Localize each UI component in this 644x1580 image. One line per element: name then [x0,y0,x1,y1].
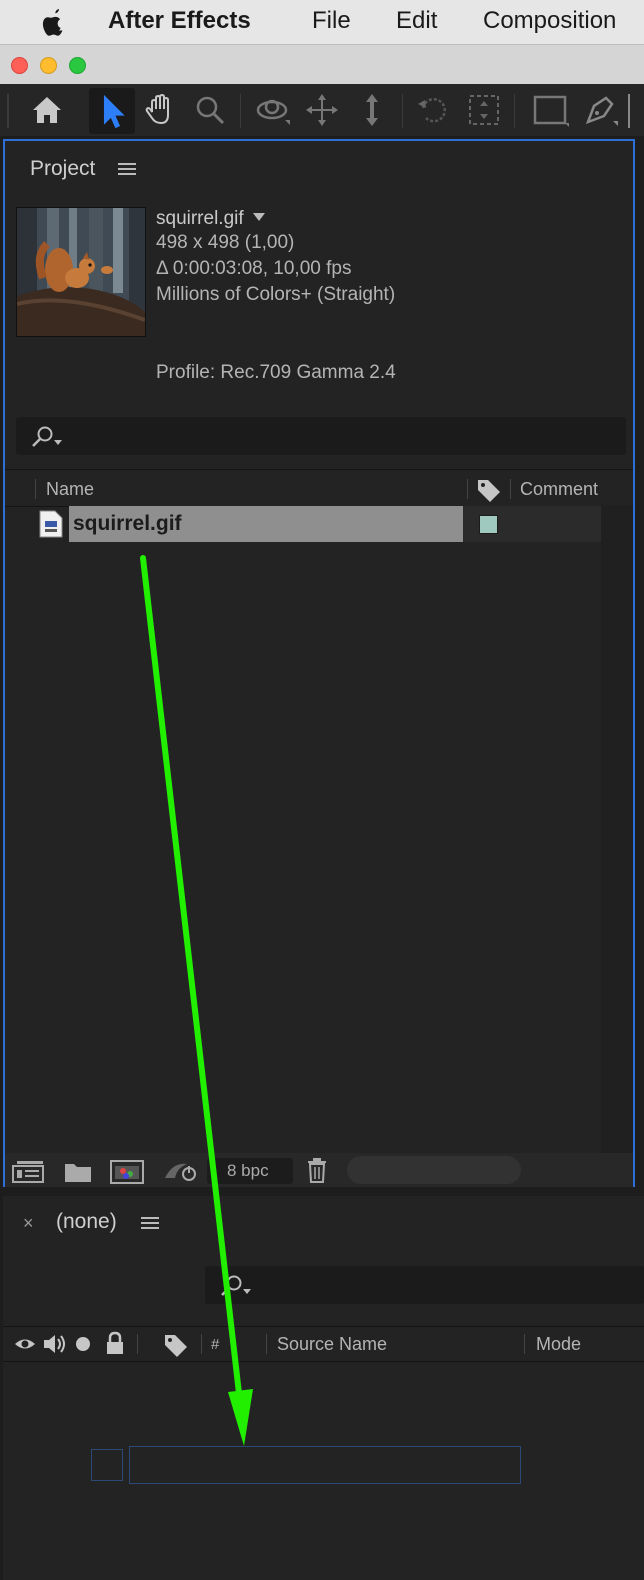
drag-arrow-annotation [140,555,253,1446]
arrow-head [228,1389,253,1446]
arrow-line [140,555,243,1405]
